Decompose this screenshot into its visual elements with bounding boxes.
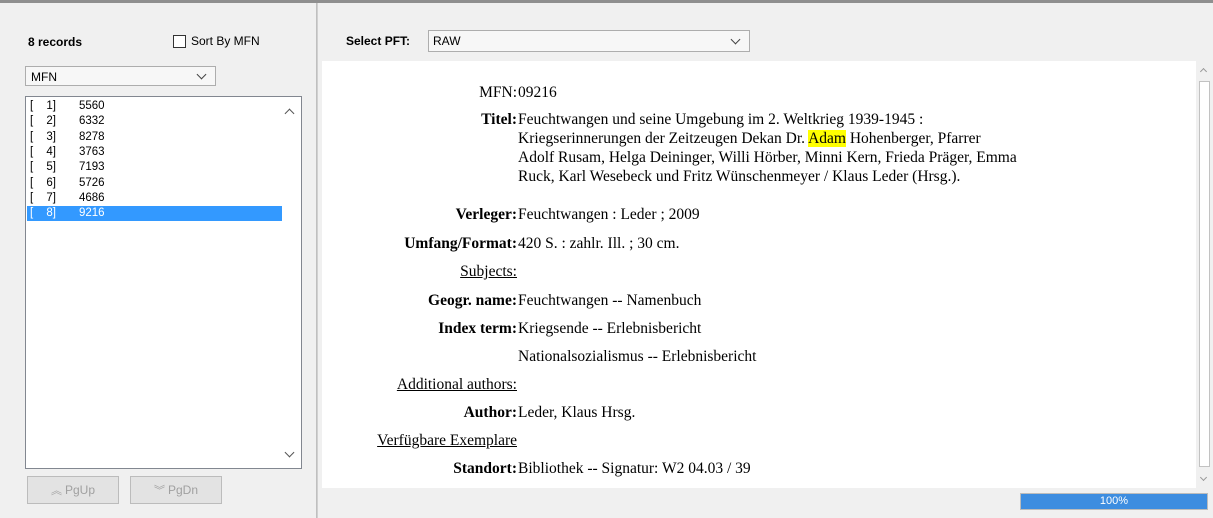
scrollbar-thumb[interactable] xyxy=(1199,81,1210,467)
double-chevron-down-icon: ︾ xyxy=(153,485,165,497)
field-label: Standort: xyxy=(453,460,517,477)
sort-by-mfn-toggle[interactable]: Sort By MFN xyxy=(173,34,260,48)
record-list-item[interactable]: [5] 7193 xyxy=(27,160,282,175)
record-list-item[interactable]: [2] 6332 xyxy=(27,114,282,129)
record-bracket: [ xyxy=(30,145,34,158)
record-bracket: [ xyxy=(30,115,34,128)
record-index: 1] xyxy=(46,100,56,112)
record-index: 5] xyxy=(46,161,56,174)
select-pft-label: Select PFT: xyxy=(346,34,411,48)
section-label: Subjects: xyxy=(460,263,517,280)
field-value: Leder, Klaus Hrsg. xyxy=(518,404,636,421)
field-label: MFN: xyxy=(479,84,517,101)
record-bracket: [ xyxy=(30,100,34,112)
scroll-down-icon[interactable] xyxy=(284,447,295,458)
record-list-item[interactable]: [8] 9216 xyxy=(27,206,282,222)
record-index: 6] xyxy=(46,176,56,189)
record-index: 3] xyxy=(46,130,56,143)
section-label: Additional authors: xyxy=(396,376,517,393)
record-bracket: [ xyxy=(30,207,34,220)
records-list[interactable]: [1] 5560[2] 6332[3] 8278[4] 3763[5] 7193[6] 57… xyxy=(25,96,302,469)
sort-by-mfn-checkbox[interactable] xyxy=(173,34,186,48)
record-list-item[interactable]: [3] 8278 xyxy=(27,130,282,145)
titel-line: Feuchtwangen und seine Umgebung im 2. We… xyxy=(518,111,924,128)
progress-bar: 100% xyxy=(1020,493,1208,510)
record-index: 2] xyxy=(46,115,56,128)
pft-select[interactable]: RAW xyxy=(428,30,750,52)
field-label: Author: xyxy=(463,404,517,421)
search-highlight: Adam xyxy=(808,130,846,147)
record-scrollbar[interactable] xyxy=(1196,61,1213,488)
section-label: Verfügbare Exemplare xyxy=(377,432,517,449)
sort-by-mfn-label[interactable]: Sort By MFN xyxy=(191,34,260,48)
titel-text: Kriegserinnerungen der Zeitzeugen Dekan … xyxy=(518,130,809,147)
page-down-button[interactable]: ︾ PgDn xyxy=(130,476,222,504)
record-bracket: [ xyxy=(30,176,34,189)
scroll-down-icon[interactable] xyxy=(1199,473,1208,482)
field-label: Verleger: xyxy=(455,206,517,223)
record-bracket: [ xyxy=(30,130,34,143)
field-label: Index term: xyxy=(438,320,517,337)
sort-field-value: MFN xyxy=(31,70,57,84)
record-bracket: [ xyxy=(30,161,34,174)
record-list-item[interactable]: [7] 4686 xyxy=(27,191,282,206)
field-label: Titel: xyxy=(481,111,517,128)
progress-text: 100% xyxy=(1099,495,1129,507)
field-value: 09216 xyxy=(518,84,557,101)
record-list-item[interactable]: [4] 3763 xyxy=(27,145,282,160)
field-value: Feuchtwangen und seine Umgebung im 2. We… xyxy=(518,110,1183,186)
field-label: Geogr. name: xyxy=(428,292,517,309)
page-up-button[interactable]: ︽ PgUp xyxy=(27,476,119,504)
records-count: 8 records xyxy=(28,35,83,49)
record-bracket: [ xyxy=(30,191,34,204)
double-chevron-up-icon: ︽ xyxy=(50,485,62,497)
field-value: Bibliothek -- Signatur: W2 04.03 / 39 xyxy=(518,460,751,477)
sort-field-select[interactable]: MFN xyxy=(25,66,216,86)
titel-line: Adolf Rusam, Helga Deininger, Willi Hörb… xyxy=(518,149,1017,166)
scroll-up-icon[interactable] xyxy=(1199,67,1208,76)
field-value: Kriegsende -- Erlebnisbericht xyxy=(518,320,702,337)
titel-line: Ruck, Karl Wesebeck und Fritz Wünschenme… xyxy=(518,168,961,185)
record-list-item[interactable]: [6] 5726 xyxy=(27,176,282,191)
field-value: Nationalsozialismus -- Erlebnisbericht xyxy=(518,348,757,365)
page-up-label: PgUp xyxy=(64,483,96,497)
record-view-panel: Select PFT: RAW MFN: 09216 Titel: Feucht… xyxy=(318,3,1213,518)
chevron-down-icon xyxy=(196,69,207,80)
field-label: Umfang/Format: xyxy=(404,235,517,252)
record-index: 4] xyxy=(46,145,56,158)
field-value: 420 S. : zahlr. Ill. ; 30 cm. xyxy=(518,235,680,252)
field-value: Feuchtwangen -- Namenbuch xyxy=(518,292,702,309)
titel-text: Hohenberger, Pfarrer xyxy=(845,130,981,147)
record-list-item[interactable]: [1] 5560 xyxy=(27,99,282,114)
record-index: 8] xyxy=(46,207,56,220)
pft-select-value: RAW xyxy=(433,34,461,48)
field-value: Feuchtwangen : Leder ; 2009 xyxy=(518,206,700,223)
titel-line: Kriegserinnerungen der Zeitzeugen Dekan … xyxy=(518,129,1183,148)
records-panel: 8 records Sort By MFN MFN [1] 5560[2] 6332… xyxy=(0,3,316,518)
page-down-label: PgDn xyxy=(167,483,199,497)
record-display: MFN: 09216 Titel: Feuchtwangen und seine… xyxy=(322,61,1213,488)
record-index: 7] xyxy=(46,191,56,204)
chevron-down-icon xyxy=(730,34,741,45)
